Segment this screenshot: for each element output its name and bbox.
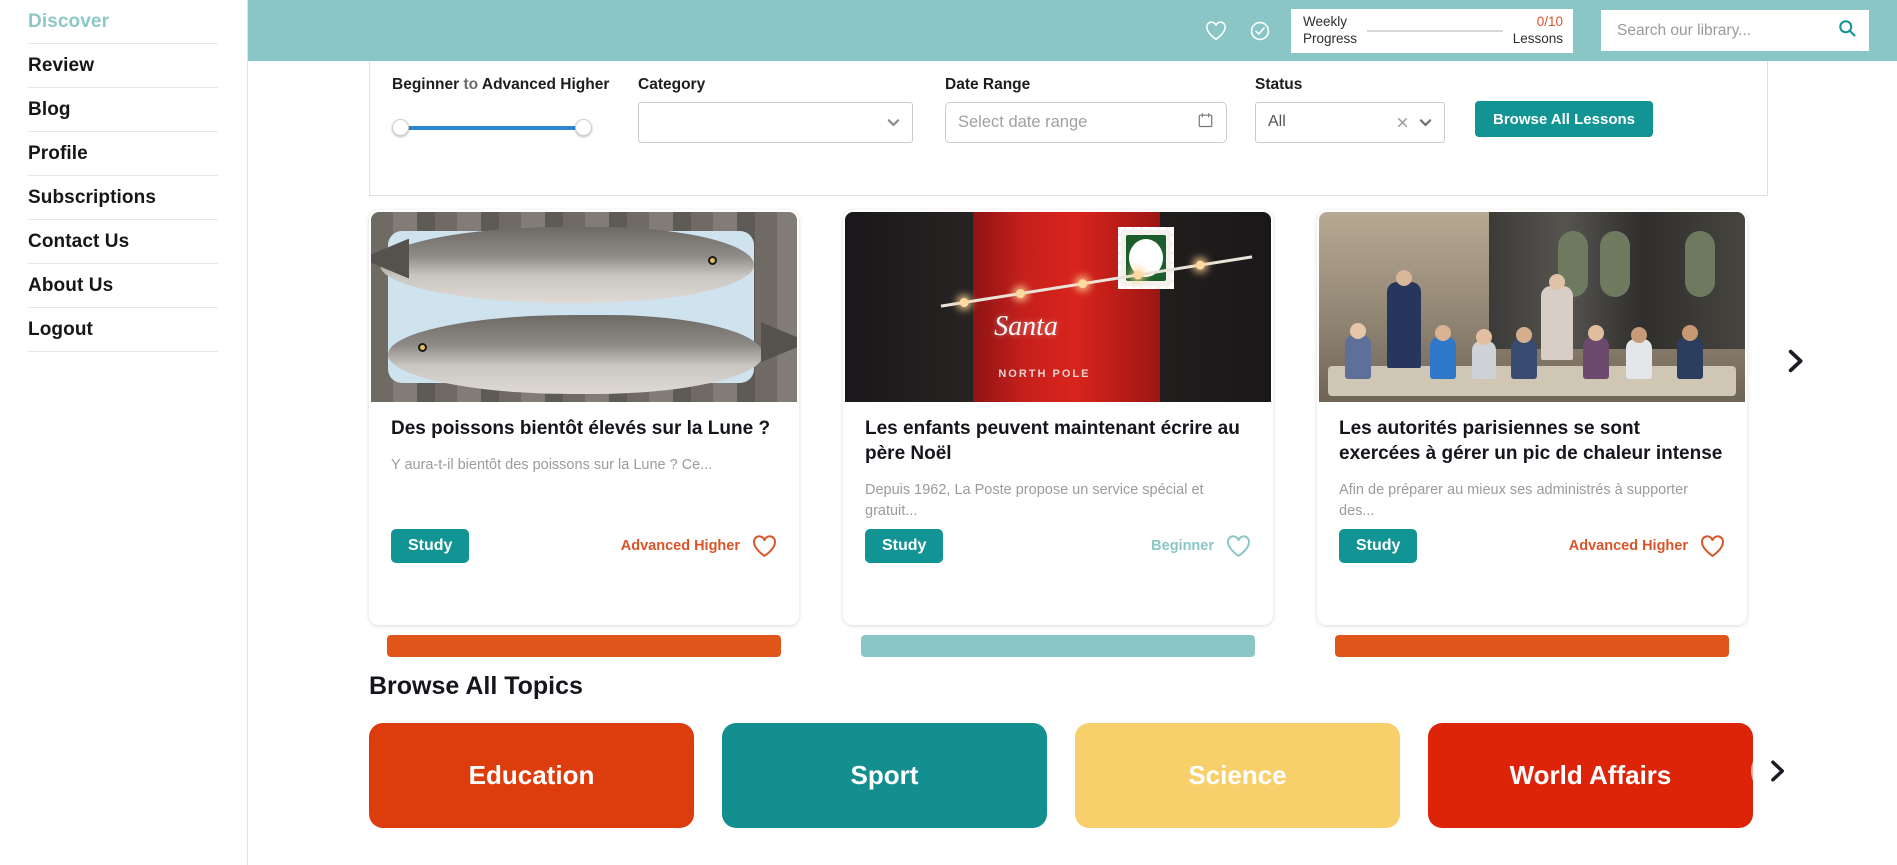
- search-input[interactable]: [1615, 20, 1837, 41]
- progress-count: 0/10: [1536, 13, 1563, 29]
- filter-panel: Beginner to Advanced Higher Category Dat…: [369, 61, 1768, 196]
- level-to-label: to: [463, 76, 479, 93]
- date-range-filter: Date Range Select date range: [945, 75, 1227, 143]
- progress-bar: [1367, 29, 1503, 32]
- level-min-label: Beginner: [392, 76, 460, 93]
- lesson-card-meta: Advanced Higher: [620, 534, 777, 558]
- lesson-card-title: Des poissons bientôt élevés sur la Lune …: [391, 418, 771, 439]
- date-range-input[interactable]: Select date range: [945, 101, 1227, 143]
- lesson-card[interactable]: Santa NORTH POLE Les enfants peuvent mai…: [843, 210, 1273, 657]
- sidebar-item-logout[interactable]: Logout: [28, 308, 218, 352]
- browse-all-lessons-button[interactable]: Browse All Lessons: [1475, 101, 1653, 137]
- lesson-card-body: Les enfants peuvent maintenant écrire au…: [843, 402, 1273, 522]
- chevron-right-icon[interactable]: [1772, 338, 1818, 384]
- lesson-card-accent-bar: [387, 635, 781, 657]
- weekly-progress: Weekly Progress 0/10 Lessons: [1291, 8, 1573, 53]
- search-icon[interactable]: [1837, 18, 1857, 43]
- weekly-progress-value: 0/10 Lessons: [1513, 14, 1563, 48]
- lesson-card-meta: Advanced Higher: [1568, 534, 1725, 558]
- status-filter: Status All: [1255, 75, 1445, 143]
- lesson-card-image: Santa NORTH POLE: [845, 212, 1271, 402]
- study-button[interactable]: Study: [391, 529, 470, 563]
- level-range-slider[interactable]: [392, 116, 592, 138]
- lesson-card-meta: Beginner: [1151, 534, 1251, 558]
- lesson-level-badge: Beginner: [1151, 538, 1214, 554]
- chevron-right-icon[interactable]: [1751, 745, 1803, 797]
- calendar-icon[interactable]: [1197, 111, 1214, 134]
- lesson-card-body: Des poissons bientôt élevés sur la Lune …: [369, 402, 799, 476]
- heart-icon[interactable]: [1700, 534, 1725, 558]
- category-select[interactable]: [638, 101, 913, 143]
- sidebar-item-contact-us[interactable]: Contact Us: [28, 220, 218, 264]
- slider-track: [400, 125, 584, 130]
- lesson-card-title: Les autorités parisiennes se sont exercé…: [1339, 418, 1723, 465]
- heart-icon[interactable]: [1203, 18, 1229, 44]
- weekly-progress-label: Weekly Progress: [1303, 14, 1357, 48]
- level-filter-label: Beginner to Advanced Higher: [392, 75, 620, 96]
- close-icon[interactable]: [1393, 113, 1411, 131]
- lesson-level-badge: Advanced Higher: [1568, 538, 1688, 554]
- lesson-card-body: Les autorités parisiennes se sont exercé…: [1317, 402, 1747, 522]
- sidebar-item-discover[interactable]: Discover: [28, 0, 218, 44]
- search-box[interactable]: [1601, 10, 1869, 51]
- heart-icon[interactable]: [752, 534, 777, 558]
- lesson-card[interactable]: Les autorités parisiennes se sont exercé…: [1317, 210, 1747, 657]
- lesson-card-accent-bar: [861, 635, 1255, 657]
- lesson-card-title: Les enfants peuvent maintenant écrire au…: [865, 418, 1240, 465]
- category-filter-label: Category: [638, 76, 706, 93]
- progress-unit: Lessons: [1512, 30, 1563, 46]
- sidebar-item-blog[interactable]: Blog: [28, 88, 218, 132]
- slider-handle-min[interactable]: [392, 118, 409, 136]
- category-filter: Category: [638, 75, 913, 143]
- level-max-label: Advanced Higher: [481, 76, 610, 93]
- browse-all-topics-title: Browse All Topics: [369, 672, 583, 700]
- sidebar-nav-list: Discover Review Blog Profile Subscriptio…: [0, 0, 247, 352]
- status-select-value: All: [1268, 113, 1286, 131]
- progress-label-line1: Weekly: [1303, 13, 1348, 29]
- sidebar-item-subscriptions[interactable]: Subscriptions: [28, 176, 218, 220]
- lesson-card-description: Y aura-t-il bientôt des poissons sur la …: [391, 457, 713, 474]
- topic-tile-education[interactable]: Education: [369, 723, 694, 828]
- browse-all-topics-section: Browse All Topics Education Sport Scienc…: [369, 672, 1803, 828]
- lesson-level-badge: Advanced Higher: [620, 538, 740, 554]
- sidebar-item-profile[interactable]: Profile: [28, 132, 218, 176]
- lesson-card-image: [1319, 212, 1745, 402]
- level-filter: Beginner to Advanced Higher: [392, 75, 620, 138]
- progress-label-line2: Progress: [1303, 30, 1358, 46]
- topic-tile-science[interactable]: Science: [1075, 723, 1400, 828]
- topic-tile-sport[interactable]: Sport: [722, 723, 1047, 828]
- lesson-card-description: Depuis 1962, La Poste propose un service…: [865, 482, 1204, 520]
- status-select[interactable]: All: [1255, 101, 1445, 143]
- slider-handle-max[interactable]: [575, 118, 592, 136]
- chevron-down-icon[interactable]: [885, 114, 902, 131]
- chevron-down-icon[interactable]: [1417, 114, 1434, 131]
- study-button[interactable]: Study: [865, 529, 944, 563]
- sidebar-item-review[interactable]: Review: [28, 44, 218, 88]
- lesson-card-description: Afin de préparer au mieux ses administré…: [1339, 482, 1688, 520]
- discover-page: Discover Review Blog Profile Subscriptio…: [0, 0, 1897, 865]
- lesson-card-carousel: Des poissons bientôt élevés sur la Lune …: [369, 210, 1803, 657]
- heart-icon[interactable]: [1226, 534, 1251, 558]
- check-circle-icon[interactable]: [1247, 18, 1273, 44]
- lesson-card-footer: Study Beginner: [865, 529, 1251, 563]
- status-filter-label: Status: [1255, 76, 1303, 93]
- date-range-placeholder: Select date range: [958, 112, 1088, 131]
- topic-tile-world-affairs[interactable]: World Affairs: [1428, 723, 1753, 828]
- lesson-card[interactable]: Des poissons bientôt élevés sur la Lune …: [369, 210, 799, 657]
- top-header: Weekly Progress 0/10 Lessons: [248, 0, 1897, 61]
- lesson-card-image: [371, 212, 797, 402]
- topics-row: Education Sport Science World Affairs: [369, 723, 1803, 828]
- lesson-card-accent-bar: [1335, 635, 1729, 657]
- date-range-filter-label: Date Range: [945, 76, 1031, 93]
- sidebar-item-about-us[interactable]: About Us: [28, 264, 218, 308]
- sidebar: Discover Review Blog Profile Subscriptio…: [0, 0, 248, 865]
- lesson-card-footer: Study Advanced Higher: [1339, 529, 1725, 563]
- study-button[interactable]: Study: [1339, 529, 1418, 563]
- lesson-card-footer: Study Advanced Higher: [391, 529, 777, 563]
